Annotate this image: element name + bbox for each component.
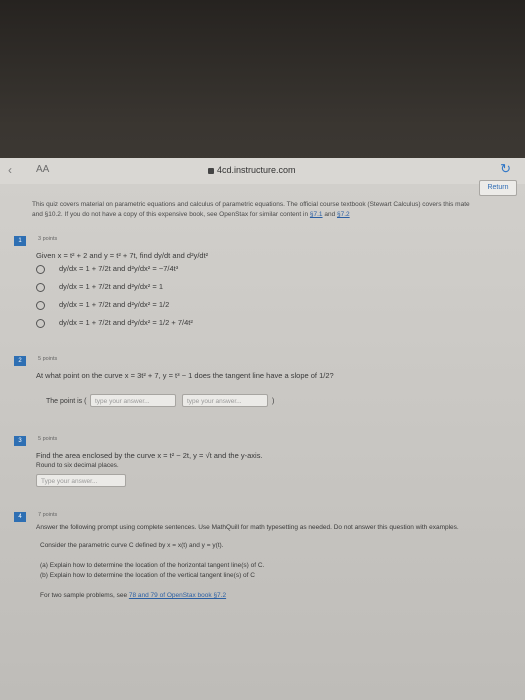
question-number: 2 — [14, 356, 26, 366]
radio-button[interactable] — [36, 300, 45, 310]
question-points: 3 points — [38, 236, 58, 242]
question-prompt: At what point on the curve x = 3t² + 7, … — [36, 371, 334, 380]
url-text: 4cd.instructure.com — [217, 165, 296, 175]
radio-button[interactable] — [36, 264, 45, 274]
question-points: 5 points — [38, 436, 58, 442]
answer-label: The point is ( — [46, 398, 87, 405]
reload-icon[interactable]: ↻ — [500, 161, 511, 177]
link-7-1[interactable]: §7.1 — [310, 211, 323, 218]
question-prompt: Find the area enclosed by the curve x = … — [36, 451, 263, 460]
sample-problems-note: For two sample problems, see 78 and 79 o… — [40, 592, 227, 599]
part-b: (b) Explain how to determine the locatio… — [40, 572, 255, 579]
question-prompt: Given x = t² + 2 and y = t² + 7t, find d… — [36, 251, 209, 260]
openstax-link[interactable]: 78 and 79 of OpenStax book §7.2 — [129, 592, 226, 599]
intro-line-2: and §10.2. If you do not have a copy of … — [32, 211, 350, 218]
question-number: 1 — [14, 236, 26, 246]
rounding-instruction: Round to six decimal places. — [36, 462, 119, 469]
question-prompt: Answer the following prompt using comple… — [36, 524, 459, 531]
radio-button[interactable] — [36, 318, 45, 328]
part-a: (a) Explain how to determine the locatio… — [40, 562, 265, 569]
point-x-input[interactable]: type your answer... — [90, 394, 176, 407]
point-y-input[interactable]: type your answer... — [182, 394, 268, 407]
option-b[interactable]: dy/dx = 1 + 7/2t and d²y/dx² = 1 — [36, 282, 163, 292]
browser-toolbar: ‹ AA 4cd.instructure.com ↻ — [0, 158, 525, 184]
answer-close-paren: ) — [272, 398, 275, 405]
lock-icon — [208, 167, 214, 174]
return-button[interactable]: Return — [479, 180, 517, 196]
area-answer-input[interactable]: Type your answer... — [36, 474, 126, 487]
address-bar[interactable]: 4cd.instructure.com — [208, 165, 296, 175]
intro-line-1: This quiz covers material on parametric … — [32, 201, 470, 208]
quiz-intro: This quiz covers material on parametric … — [32, 200, 525, 220]
link-7-2[interactable]: §7.2 — [337, 211, 350, 218]
question-number: 4 — [14, 512, 26, 522]
question-points: 7 points — [38, 512, 58, 518]
option-c[interactable]: dy/dx = 1 + 7/2t and d²y/dx² = 1/2 — [36, 300, 169, 310]
option-d[interactable]: dy/dx = 1 + 7/2t and d²y/dx² = 1/2 + 7/4… — [36, 318, 193, 328]
option-a[interactable]: dy/dx = 1 + 7/2t and d²y/dx² = −7/4t³ — [36, 264, 178, 274]
question-number: 3 — [14, 436, 26, 446]
reader-aa-button[interactable]: AA — [36, 164, 49, 175]
question-points: 5 points — [38, 356, 58, 362]
quiz-page: Return This quiz covers material on para… — [0, 180, 525, 700]
curve-definition: Consider the parametric curve C defined … — [40, 542, 224, 549]
back-icon[interactable]: ‹ — [8, 163, 12, 177]
radio-button[interactable] — [36, 282, 45, 292]
